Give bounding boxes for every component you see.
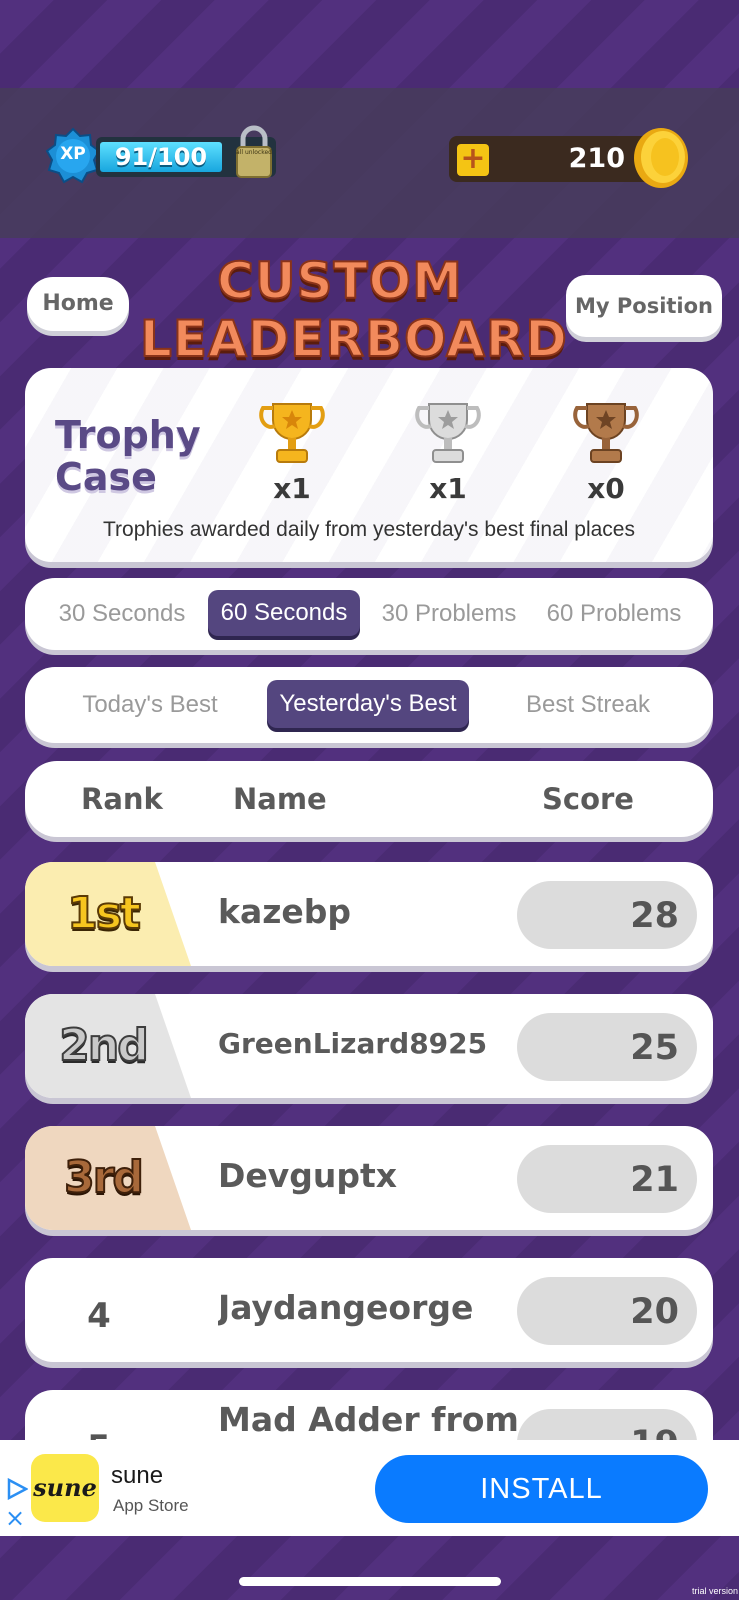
score-column-header: Score — [542, 782, 634, 816]
tab-60-seconds[interactable]: 60 Seconds — [208, 590, 360, 636]
ad-choices-icon[interactable] — [6, 1478, 28, 1500]
trophy-case-title-line-2: Case — [55, 455, 157, 499]
player-name: GreenLizard8925 — [218, 1027, 488, 1060]
mode-selector: 30 Seconds 60 Seconds 30 Problems 60 Pro… — [25, 578, 713, 650]
player-score: 28 — [630, 896, 679, 936]
table-header: Rank Name Score — [25, 761, 713, 837]
coin-icon — [634, 128, 688, 188]
table-row[interactable]: 4 Jaydangeorge 20 — [25, 1258, 713, 1362]
gold-trophy-icon — [259, 403, 325, 463]
ad-store-label: App Store — [113, 1496, 189, 1515]
name-column-header: Name — [233, 782, 327, 816]
table-row[interactable]: 1st kazebp 28 — [25, 862, 713, 966]
leaderboard-list[interactable]: 1st kazebp 28 2nd GreenLizard8925 25 3rd… — [0, 860, 739, 1440]
player-score: 19 — [517, 1409, 679, 1440]
title-line-1: CUSTOM — [216, 251, 463, 311]
rank-label: 5 — [69, 1390, 129, 1440]
xp-label: XP — [60, 144, 86, 164]
tab-60-problems[interactable]: 60 Problems — [533, 578, 695, 650]
ad-app-name[interactable]: sune — [111, 1462, 163, 1490]
page-title: CUSTOM LEADERBOARD — [139, 251, 568, 369]
trial-watermark: trial version — [691, 1586, 738, 1596]
tab-yesterdays-best[interactable]: Yesterday's Best — [267, 680, 469, 728]
add-coins-button[interactable]: + — [457, 144, 489, 176]
xp-meter: XP 91/100 all unlocked — [44, 125, 284, 187]
bronze-trophy-icon — [573, 403, 639, 463]
home-indicator[interactable] — [239, 1577, 501, 1586]
rank-label: 4 — [87, 1296, 111, 1336]
rank-label: 3rd — [63, 1151, 145, 1204]
ad-banner[interactable]: × sune sune App Store INSTALL — [0, 1440, 739, 1536]
ad-close-icon[interactable]: × — [4, 1506, 26, 1530]
trophy-case-card: Trophy Case x1 x1 x0 Trophies awarded da… — [25, 368, 713, 562]
tab-30-problems[interactable]: 30 Problems — [370, 578, 528, 650]
home-button[interactable]: Home — [27, 277, 129, 331]
lock-caption: all unlocked — [236, 149, 272, 156]
rank-column-header: Rank — [81, 782, 163, 816]
tab-todays-best[interactable]: Today's Best — [55, 667, 245, 743]
rank-label: 2nd — [58, 1019, 149, 1072]
ad-app-logo[interactable]: sune — [31, 1454, 99, 1522]
rank-label: 1st — [66, 887, 142, 940]
table-row[interactable]: 3rd Devguptx 21 — [25, 1126, 713, 1230]
install-button[interactable]: INSTALL — [375, 1455, 708, 1523]
bronze-trophy-count: x0 — [587, 472, 625, 505]
trophy-case-title: Trophy Case — [55, 414, 215, 498]
trophy-case-title-line-1: Trophy — [55, 413, 201, 457]
xp-value: 91/100 — [114, 143, 208, 171]
tab-best-streak[interactable]: Best Streak — [493, 667, 683, 743]
player-score: 21 — [630, 1160, 679, 1200]
player-score: 20 — [630, 1292, 679, 1332]
tab-30-seconds[interactable]: 30 Seconds — [43, 578, 201, 650]
coin-count: 210 — [568, 143, 625, 174]
coin-balance: + 210 — [449, 126, 694, 192]
period-selector: Today's Best Yesterday's Best Best Strea… — [25, 667, 713, 743]
my-position-button[interactable]: My Position — [566, 275, 722, 337]
silver-trophy-icon — [415, 403, 481, 463]
gold-trophy-count: x1 — [273, 472, 311, 505]
table-row[interactable]: 5 Mad Adder from 19 — [25, 1390, 713, 1440]
player-name: kazebp — [218, 892, 352, 931]
player-name: Devguptx — [218, 1156, 398, 1195]
table-row[interactable]: 2nd GreenLizard8925 25 — [25, 994, 713, 1098]
title-line-2: LEADERBOARD — [139, 309, 568, 369]
trophy-note: Trophies awarded daily from yesterday's … — [103, 518, 635, 541]
player-name: Jaydangeorge — [218, 1288, 474, 1327]
player-name: Mad Adder from — [218, 1400, 518, 1439]
silver-trophy-count: x1 — [429, 472, 467, 505]
player-score: 25 — [630, 1028, 679, 1068]
